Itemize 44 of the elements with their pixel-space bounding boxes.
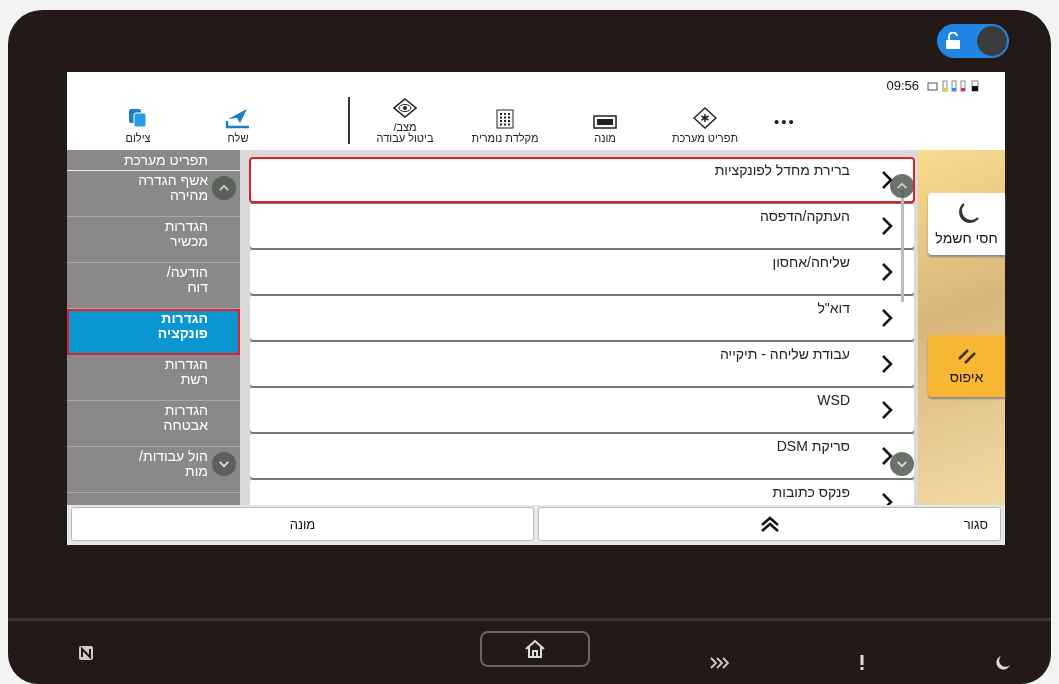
- chevron-right-icon: [880, 170, 894, 190]
- toolbar-button[interactable]: מצב/ ביטול עבודה: [355, 72, 455, 150]
- chevron-right-icon: [880, 354, 894, 374]
- toolbar-button[interactable]: צילום: [88, 72, 188, 150]
- counter-button[interactable]: מונה: [71, 507, 534, 541]
- more-button[interactable]: •••: [755, 72, 815, 150]
- copy-icon: [127, 107, 149, 129]
- list-item[interactable]: דוא"ל: [250, 296, 914, 340]
- list-item[interactable]: העתקה/הדפסה: [250, 204, 914, 248]
- counter-icon: [593, 115, 617, 129]
- unlocked-icon: [945, 32, 961, 50]
- chevron-right-icon: [880, 216, 894, 236]
- chevron-right-icon: [880, 262, 894, 282]
- list-item[interactable]: ברירת מחדל לפונקציות: [250, 158, 914, 202]
- chevron-right-icon: [880, 308, 894, 328]
- list-item[interactable]: עבודת שליחה - תיקייה: [250, 342, 914, 386]
- reset-button[interactable]: איפוס: [928, 335, 1005, 397]
- moon-icon: [995, 654, 1011, 671]
- chevron-right-icon: [880, 446, 894, 466]
- keypad-icon: [496, 109, 514, 129]
- eye-icon: [393, 98, 417, 118]
- toolbar-button[interactable]: תפריט מערכת: [655, 72, 755, 150]
- toolbar-button[interactable]: שלח: [188, 72, 288, 150]
- clock-time: 09:56: [886, 78, 919, 93]
- close-button[interactable]: סגור: [538, 507, 1001, 541]
- send-icon: [225, 107, 251, 129]
- toggle-knob[interactable]: [977, 26, 1007, 56]
- home-icon: [524, 639, 546, 659]
- scroll-down-button[interactable]: [212, 452, 236, 476]
- triple-arrow-icon: [709, 656, 729, 669]
- toolbar-button[interactable]: מקלדת נומרית: [455, 72, 555, 150]
- home-button[interactable]: [480, 631, 590, 667]
- lock-toggle[interactable]: [937, 24, 1009, 58]
- power-save-button[interactable]: חסי חשמל: [928, 193, 1005, 255]
- list-item[interactable]: WSD: [250, 388, 914, 432]
- star-diamond-icon: [693, 107, 717, 129]
- scroll-up-button[interactable]: [212, 176, 236, 200]
- chevron-right-icon: [880, 400, 894, 420]
- nfc-icon: [78, 644, 94, 661]
- alert-icon: [859, 654, 865, 671]
- toolbar-button[interactable]: מונה: [555, 72, 655, 150]
- list-item[interactable]: סריקת DSM: [250, 434, 914, 478]
- list-item[interactable]: שליחה/אחסון: [250, 250, 914, 294]
- list-item[interactable]: פנקס כתובות: [250, 480, 914, 505]
